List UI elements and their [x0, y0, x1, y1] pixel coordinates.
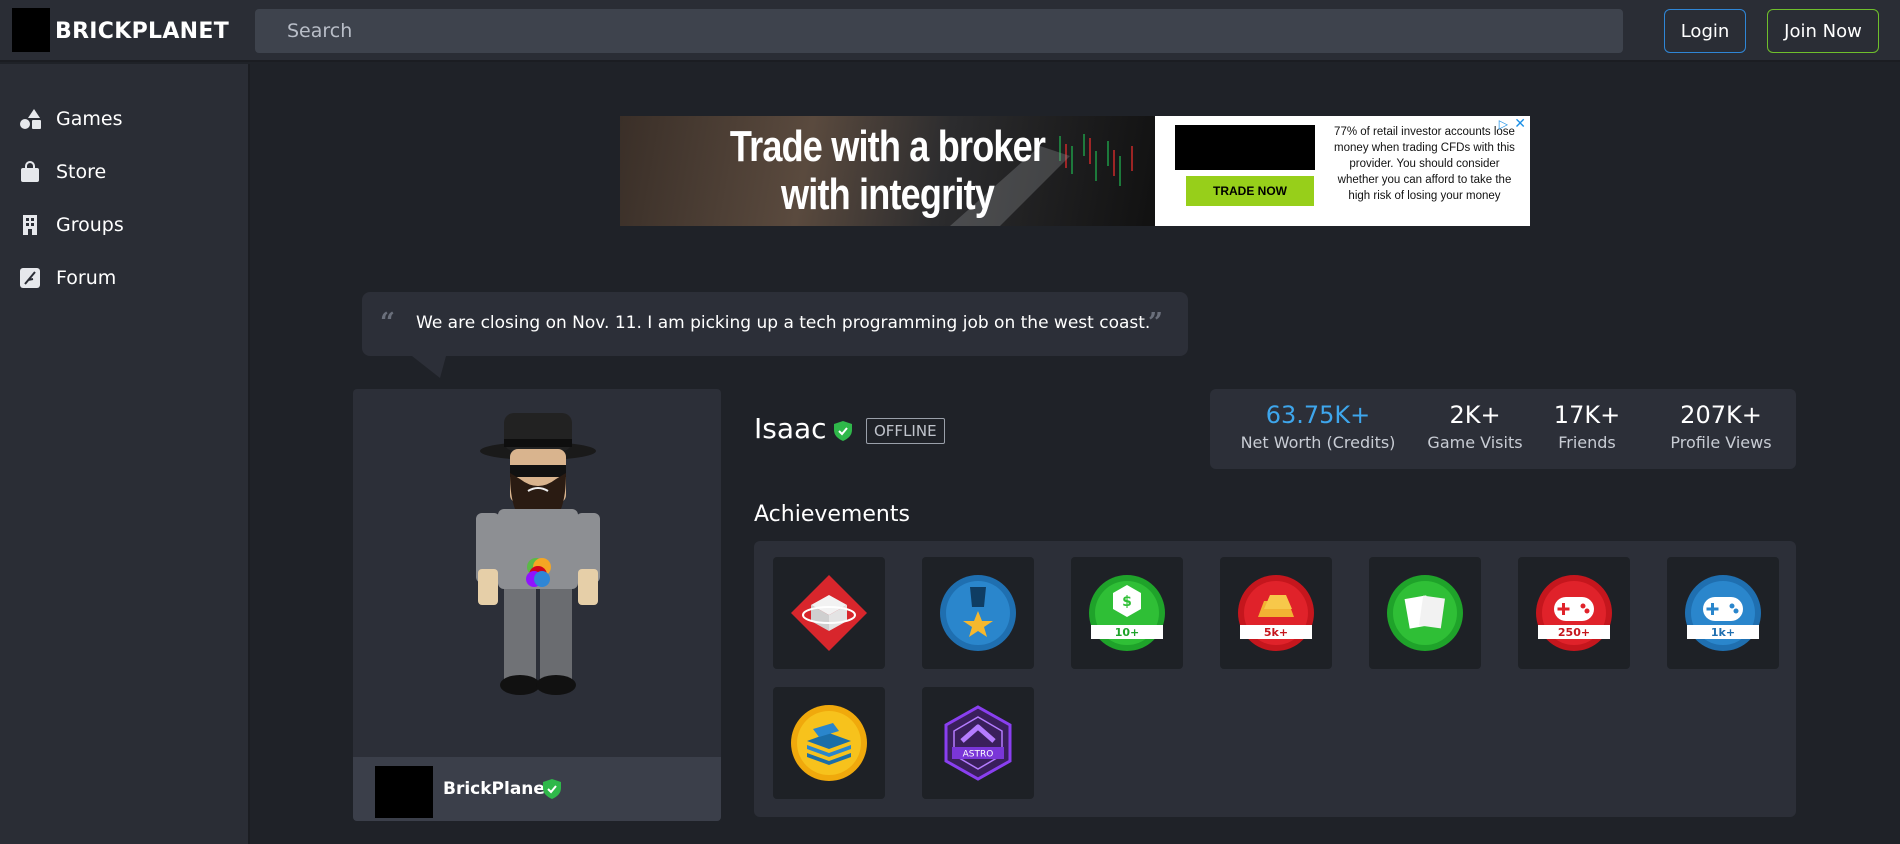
achievement-badge[interactable] — [773, 557, 885, 669]
logo-image[interactable] — [12, 8, 50, 52]
ad-headline-line-2: with integrity — [780, 170, 995, 219]
stat-value: 207K+ — [1680, 401, 1762, 429]
building-icon — [18, 213, 42, 237]
achievements-heading: Achievements — [754, 502, 910, 527]
stat-label: Game Visits — [1427, 433, 1523, 452]
sidebar-item-label: Store — [56, 161, 107, 183]
stat-label: Friends — [1558, 433, 1616, 452]
ad-close-icon[interactable]: ✕ — [1514, 116, 1526, 132]
svg-text:1k+: 1k+ — [1711, 626, 1735, 639]
achievement-badge[interactable]: $ 10+ — [1071, 557, 1183, 669]
ad-choices-icon[interactable]: ▷ — [1499, 117, 1508, 131]
achievement-badge[interactable]: 250+ — [1518, 557, 1630, 669]
brand-name[interactable]: BRICKPLANET — [55, 19, 229, 44]
achievements-panel: $ 10+ 5k+ 250+ 1k+ ASTRO — [754, 541, 1796, 817]
ad-headline-line-1: Trade with a broker — [729, 122, 1046, 171]
stat-net-worth: 63.75K+ Net Worth (Credits) — [1238, 401, 1398, 452]
owner-name[interactable]: BrickPlanet — [443, 779, 553, 799]
stat-value: 2K+ — [1449, 401, 1501, 429]
status-badge: OFFLINE — [866, 418, 945, 444]
stat-label: Net Worth (Credits) — [1240, 433, 1396, 452]
achievement-badge[interactable]: 5k+ — [1220, 557, 1332, 669]
top-bar: BRICKPLANET Login Join Now — [0, 0, 1900, 62]
close-quote-icon: ” — [1148, 308, 1163, 338]
svg-text:10+: 10+ — [1115, 626, 1140, 639]
achievement-badge[interactable]: 1k+ — [1667, 557, 1779, 669]
astro-badge-icon: ASTRO — [944, 705, 1012, 781]
stat-value: 63.75K+ — [1265, 401, 1371, 429]
shapes-icon — [18, 107, 42, 131]
ad-image: Trade with a broker with integrity — [620, 116, 1155, 226]
status-quote-bubble: “ We are closing on Nov. 11. I am pickin… — [362, 292, 1188, 378]
stat-game-visits: 2K+ Game Visits — [1423, 401, 1527, 452]
games-250-badge-icon: 250+ — [1536, 575, 1612, 651]
ad-logo — [1175, 125, 1315, 170]
stat-friends: 17K+ Friends — [1550, 401, 1624, 452]
avatar-card: BrickPlanet — [353, 389, 721, 821]
forum-posts-badge-icon — [1387, 575, 1463, 651]
shopping-bag-icon — [18, 160, 42, 184]
owner-bar[interactable]: BrickPlanet — [353, 757, 721, 821]
sidebar-item-forum[interactable]: Forum — [18, 263, 116, 293]
sidebar: Games Store Groups Forum — [0, 64, 250, 844]
profile-stats: 63.75K+ Net Worth (Credits) 2K+ Game Vis… — [1210, 389, 1796, 469]
ad-trade-now-button[interactable]: TRADE NOW — [1186, 176, 1314, 206]
medal-badge-icon — [940, 575, 1016, 651]
sidebar-item-groups[interactable]: Groups — [18, 210, 124, 240]
join-now-button[interactable]: Join Now — [1767, 9, 1879, 53]
stat-value: 17K+ — [1553, 401, 1621, 429]
verified-shield-icon — [834, 421, 852, 445]
credits-10-badge-icon: $ 10+ — [1089, 575, 1165, 651]
ad-banner[interactable]: Trade with a broker with integrity TRADE… — [620, 116, 1530, 226]
svg-text:5k+: 5k+ — [1264, 626, 1288, 639]
sidebar-item-label: Groups — [56, 214, 124, 236]
open-quote-icon: “ — [380, 308, 395, 338]
stat-profile-views: 207K+ Profile Views — [1662, 401, 1780, 452]
sidebar-item-label: Forum — [56, 267, 117, 289]
sidebar-item-label: Games — [56, 108, 123, 130]
avatar-image — [476, 413, 600, 695]
achievement-badge[interactable] — [922, 557, 1034, 669]
achievement-badge[interactable] — [773, 687, 885, 799]
ad-disclaimer: 77% of retail investor accounts lose mon… — [1334, 126, 1515, 202]
status-quote-text: We are closing on Nov. 11. I am picking … — [416, 313, 1151, 333]
verified-shield-icon — [543, 779, 561, 803]
login-button[interactable]: Login — [1664, 9, 1746, 53]
svg-text:ASTRO: ASTRO — [963, 750, 994, 760]
sidebar-item-store[interactable]: Store — [18, 157, 106, 187]
svg-text:250+: 250+ — [1558, 626, 1590, 639]
gold-5k-badge-icon: 5k+ — [1238, 575, 1314, 651]
feather-icon — [18, 266, 42, 290]
sidebar-item-games[interactable]: Games — [18, 104, 122, 134]
stat-label: Profile Views — [1670, 433, 1772, 452]
search-input[interactable] — [255, 9, 1623, 53]
builder-badge-icon — [791, 575, 867, 651]
svg-text:$: $ — [1122, 594, 1132, 610]
games-1k-badge-icon: 1k+ — [1685, 575, 1761, 651]
achievement-badge[interactable]: ASTRO — [922, 687, 1034, 799]
profile-username: Isaac — [754, 412, 827, 445]
owner-avatar[interactable] — [375, 766, 433, 818]
achievement-badge[interactable] — [1369, 557, 1481, 669]
stack-badge-icon — [791, 705, 867, 781]
